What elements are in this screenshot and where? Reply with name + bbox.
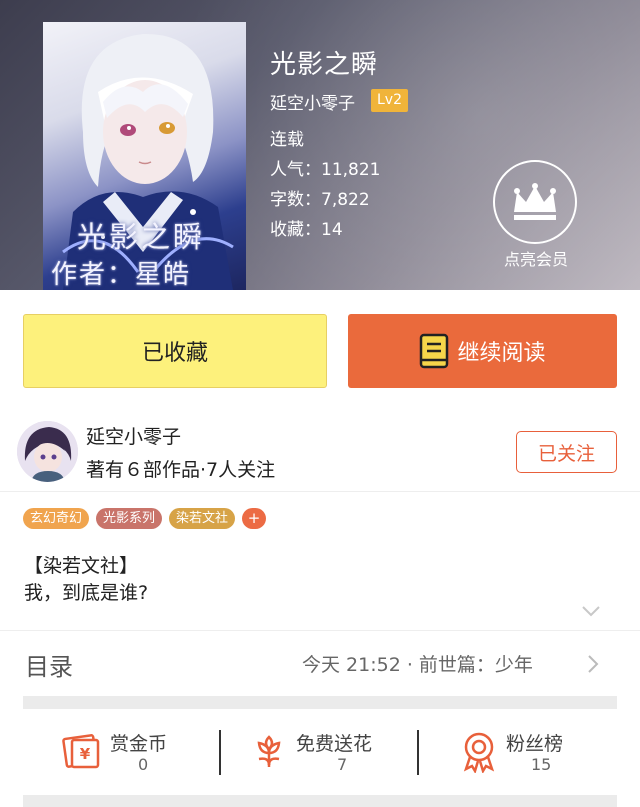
follow-button[interactable]: 已关注 <box>516 431 617 473</box>
catalog-latest-chapter[interactable]: 今天 21:52 · 前世篇：少年 <box>302 650 533 677</box>
fan-ranking-label: 粉丝榜 <box>506 733 564 755</box>
book-icon <box>420 333 449 369</box>
tag-list: 玄幻奇幻 光影系列 染若文社 + <box>23 508 267 529</box>
continue-reading-label: 继续阅读 <box>457 341 546 366</box>
svg-text:¥: ¥ <box>80 745 91 763</box>
tag-club[interactable]: 染若文社 <box>169 508 236 529</box>
author-avatar[interactable] <box>17 421 78 482</box>
vip-button[interactable] <box>493 160 577 244</box>
action-separator <box>417 730 419 775</box>
book-cover[interactable]: 光影之瞬 作者：星皓 <box>43 22 246 290</box>
collected-button[interactable]: 已收藏 <box>23 314 327 388</box>
reward-coin-label: 赏金币 <box>110 733 168 755</box>
author-stats: 著有６部作品·7人关注 <box>86 459 276 481</box>
flower-icon <box>257 735 281 767</box>
reward-coin-value: 0 <box>138 755 149 774</box>
description-line-2: 我，到底是谁? <box>24 582 149 604</box>
tag-fantasy[interactable]: 玄幻奇幻 <box>23 508 90 529</box>
continue-reading-button[interactable]: 继续阅读 <box>348 314 617 388</box>
chevron-right-icon[interactable] <box>586 654 600 674</box>
cover-author-text: 作者：星皓 <box>51 260 192 290</box>
chevron-down-icon[interactable] <box>581 605 601 617</box>
book-favorites: 收藏：14 <box>270 220 343 240</box>
crown-icon <box>514 183 556 220</box>
book-author[interactable]: 延空小零子 <box>270 89 355 114</box>
send-flower-value: 7 <box>337 755 348 774</box>
collected-button-label: 已收藏 <box>141 341 208 366</box>
medal-icon <box>463 732 495 773</box>
tag-series[interactable]: 光影系列 <box>96 508 163 529</box>
action-separator <box>219 730 221 775</box>
vip-label[interactable]: 点亮会员 <box>493 246 579 270</box>
section-separator <box>23 696 617 709</box>
book-header: 光影之瞬 作者：星皓 光影之瞬 延空小零子 Lv2 连载 人气：11,821 字… <box>0 0 640 290</box>
divider <box>0 491 640 492</box>
book-popularity: 人气：11,821 <box>270 160 381 180</box>
follow-button-label: 已关注 <box>537 442 595 465</box>
reward-coin-icon: ¥ <box>62 734 100 769</box>
divider <box>0 630 640 631</box>
level-badge: Lv2 <box>371 89 408 112</box>
fan-ranking-value: 15 <box>531 755 552 774</box>
book-title: 光影之瞬 <box>270 50 379 80</box>
send-flower-label: 免费送花 <box>296 733 373 755</box>
book-status: 连载 <box>270 130 304 150</box>
section-separator <box>23 795 617 807</box>
author-name[interactable]: 延空小零子 <box>86 422 181 449</box>
cover-title-text: 光影之瞬 <box>77 220 206 254</box>
add-tag-button[interactable]: + <box>242 508 267 529</box>
book-word-count: 字数：7,822 <box>270 190 370 210</box>
catalog-label[interactable]: 目录 <box>25 647 73 682</box>
description-line-1: 【染若文社】 <box>24 555 139 577</box>
